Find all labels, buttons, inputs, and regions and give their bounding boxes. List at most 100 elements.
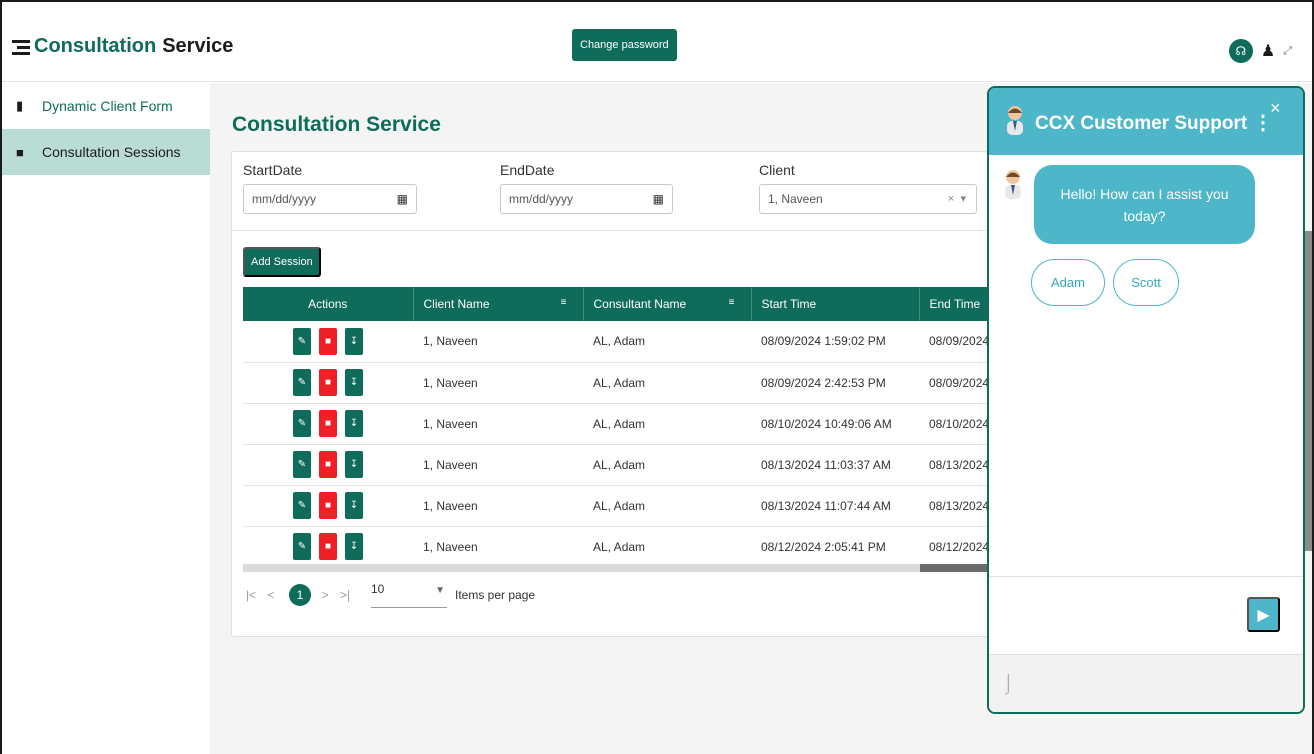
edit-icon[interactable]: ✎ — [293, 410, 311, 437]
row-actions: ✎ ■ ↧ — [243, 485, 413, 527]
sessions-card: StartDate mm/dd/yyyy ▦ EndDate mm/dd/yyy… — [231, 151, 1011, 637]
col-start-time[interactable]: Start Time — [751, 287, 920, 321]
paperclip-icon[interactable]: ⌡ — [1003, 673, 1014, 694]
end-date-input[interactable]: mm/dd/yyyy ▦ — [500, 184, 673, 214]
edit-icon[interactable]: ✎ — [293, 327, 311, 355]
delete-icon[interactable]: ■ — [319, 410, 337, 437]
sidebar-item-dynamic-client-form[interactable]: ▮ Dynamic Client Form — [2, 83, 210, 129]
first-page-icon[interactable]: |< — [243, 588, 259, 602]
client-select[interactable]: 1, Naveen × ▾ — [759, 184, 977, 214]
clear-icon[interactable]: × ▾ — [948, 192, 966, 205]
delete-icon[interactable]: ■ — [319, 451, 337, 478]
edit-icon[interactable]: ✎ — [293, 492, 311, 519]
edit-icon[interactable]: ✎ — [293, 451, 311, 478]
download-icon[interactable]: ↧ — [345, 492, 363, 519]
sidebar-item-consultation-sessions[interactable]: ■ Consultation Sessions — [2, 129, 210, 175]
table-row[interactable]: ✎ ■ ↧ 1, Naveen AL, Adam 08/13/2024 11:07:44 … — [243, 485, 1010, 527]
chat-separator — [989, 576, 1303, 577]
bot-message: Hello! How can I assist you today? — [1034, 165, 1255, 244]
edit-icon[interactable]: ✎ — [293, 533, 311, 560]
brand-primary: Consultation — [34, 35, 157, 57]
row-actions: ✎ ■ ↧ — [243, 444, 413, 486]
table-row[interactable]: ✎ ■ ↧ 1, Naveen AL, Adam 08/10/2024 10:49:06 … — [243, 403, 1010, 445]
top-header: Consultation Service Change password ☊ ♟… — [2, 2, 1312, 82]
option-adam-button[interactable]: Adam — [1031, 259, 1105, 306]
client-label: Client — [759, 162, 795, 178]
filter-icon[interactable]: ≡ — [561, 297, 567, 308]
row-actions: ✎ ■ ↧ — [243, 362, 413, 404]
calendar-icon[interactable]: ▦ — [653, 192, 664, 206]
current-page[interactable]: 1 — [289, 584, 311, 606]
start-date-input[interactable]: mm/dd/yyyy ▦ — [243, 184, 417, 214]
chat-input-bar[interactable]: ⌡ — [989, 654, 1303, 712]
start-date-label: StartDate — [243, 162, 303, 178]
download-icon[interactable]: ↧ — [345, 533, 363, 560]
chat-widget: CCX Customer Support ⋮ × Hello! How can … — [987, 86, 1305, 714]
col-client-name[interactable]: Client Name ≡ — [413, 287, 584, 321]
cell-start-time: 08/10/2024 10:49:06 AM — [751, 403, 919, 445]
next-page-icon[interactable]: > — [317, 588, 333, 602]
col-actions: Actions — [243, 287, 414, 321]
cell-start-time: 08/09/2024 1:59:02 PM — [751, 321, 919, 363]
delete-icon[interactable]: ■ — [319, 327, 337, 355]
table-row[interactable]: ✎ ■ ↧ 1, Naveen AL, Adam 08/12/2024 2:05:41 P… — [243, 526, 1010, 568]
horizontal-scrollbar[interactable] — [243, 564, 1010, 572]
headset-icon[interactable]: ☊ — [1228, 39, 1253, 63]
end-date-placeholder: mm/dd/yyyy — [509, 192, 574, 206]
cell-consultant-name: AL, Adam — [583, 321, 751, 363]
download-icon[interactable]: ↧ — [345, 327, 363, 355]
delete-icon[interactable]: ■ — [319, 533, 337, 560]
change-password-button[interactable]: Change password — [572, 29, 677, 61]
filter-divider — [232, 230, 1010, 231]
brand: Consultation Service — [12, 35, 233, 58]
option-scott-button[interactable]: Scott — [1113, 259, 1179, 306]
chevron-down-icon: ▼ — [435, 585, 445, 596]
prev-page-icon[interactable]: < — [263, 588, 279, 602]
filter-icon[interactable]: ≡ — [729, 297, 735, 308]
edit-icon[interactable]: ✎ — [293, 369, 311, 396]
start-date-placeholder: mm/dd/yyyy — [252, 192, 317, 206]
table-row[interactable]: ✎ ■ ↧ 1, Naveen AL, Adam 08/13/2024 11:03:37 … — [243, 444, 1010, 486]
book-icon: ▮ — [16, 98, 24, 113]
chevron-down-icon[interactable]: ▾ — [960, 193, 966, 205]
cell-client-name: 1, Naveen — [413, 403, 583, 445]
expand-icon[interactable]: ⤢ — [1283, 45, 1292, 58]
cell-client-name: 1, Naveen — [413, 321, 583, 363]
delete-icon[interactable]: ■ — [319, 369, 337, 396]
calendar-icon[interactable]: ▦ — [397, 192, 408, 206]
agent-avatar-icon — [1007, 106, 1023, 135]
cell-consultant-name: AL, Adam — [583, 444, 751, 486]
cell-client-name: 1, Naveen — [413, 526, 583, 568]
cell-start-time: 08/12/2024 2:05:41 PM — [751, 526, 919, 568]
user-icon[interactable]: ♟ — [1261, 41, 1275, 61]
col-consultant-name[interactable]: Consultant Name ≡ — [583, 287, 752, 321]
cell-consultant-name: AL, Adam — [583, 403, 751, 445]
close-icon[interactable]: × — [1270, 98, 1281, 119]
add-session-button[interactable]: Add Session — [243, 247, 321, 277]
table-row[interactable]: ✎ ■ ↧ 1, Naveen AL, Adam 08/09/2024 2:42:53 P… — [243, 362, 1010, 404]
vertical-scrollbar[interactable] — [1305, 231, 1312, 551]
file-icon: ■ — [16, 144, 24, 160]
last-page-icon[interactable]: >| — [337, 588, 353, 602]
col-consultant-name-label: Consultant Name — [593, 297, 687, 311]
sessions-table: Actions Client Name ≡ Consultant Name ≡ St… — [243, 287, 1010, 568]
send-icon[interactable]: ▶ — [1247, 597, 1280, 632]
download-icon[interactable]: ↧ — [345, 369, 363, 396]
download-icon[interactable]: ↧ — [345, 410, 363, 437]
table-row[interactable]: ✎ ■ ↧ 1, Naveen AL, Adam 08/09/2024 1:59:02 P… — [243, 321, 1010, 363]
items-per-page-select[interactable]: 10 ▼ — [371, 582, 447, 608]
start-date-group: StartDate mm/dd/yyyy ▦ — [243, 162, 417, 214]
items-per-page-label: Items per page — [455, 588, 536, 602]
download-icon[interactable]: ↧ — [345, 451, 363, 478]
sidebar: ▮ Dynamic Client Form ■ Consultation Ses… — [2, 83, 210, 754]
row-actions: ✎ ■ ↧ — [243, 403, 413, 445]
items-per-page-value: 10 — [371, 582, 385, 596]
cell-consultant-name: AL, Adam — [583, 362, 751, 404]
paginator: |< < 1 > >| 10 ▼ Items per page — [243, 582, 535, 608]
cell-start-time: 08/09/2024 2:42:53 PM — [751, 362, 919, 404]
cell-client-name: 1, Naveen — [413, 362, 583, 404]
sidebar-item-label: Dynamic Client Form — [42, 98, 173, 114]
menu-icon[interactable] — [12, 39, 32, 55]
delete-icon[interactable]: ■ — [319, 492, 337, 519]
cell-start-time: 08/13/2024 11:07:44 AM — [751, 485, 919, 527]
